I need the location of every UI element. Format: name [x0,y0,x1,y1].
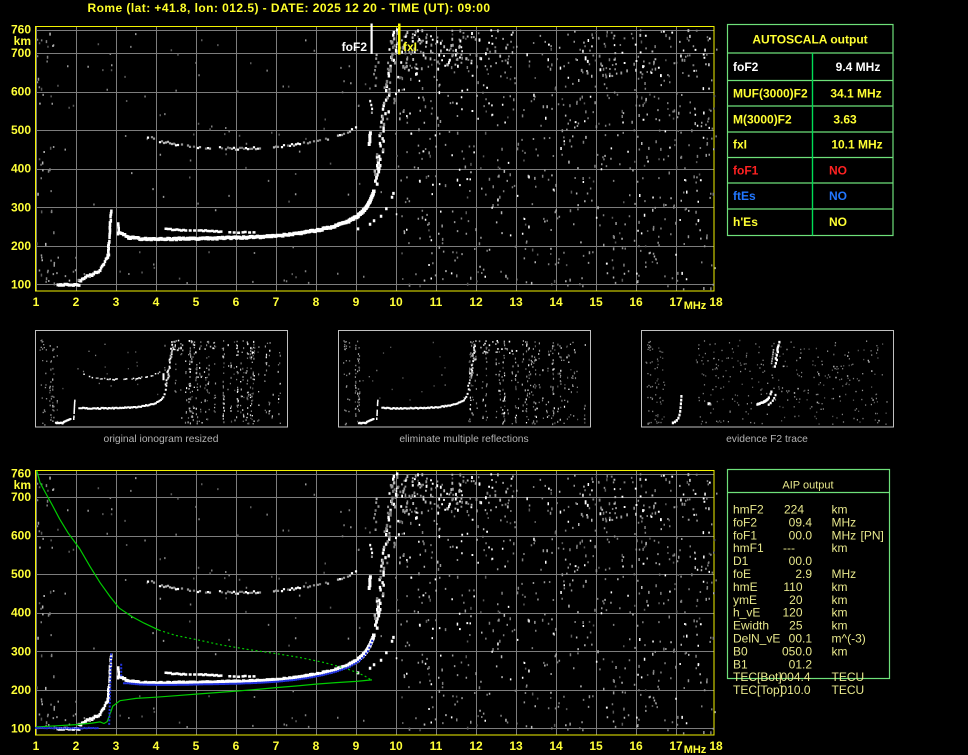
svg-text:Ewidth: Ewidth [733,619,769,633]
svg-text:MHz: MHz [832,528,857,542]
svg-text:AUTOSCALA output: AUTOSCALA output [752,33,867,47]
svg-text:MHz: MHz [832,515,857,529]
svg-text:[PN]: [PN] [861,528,884,542]
svg-text:010.0: 010.0 [780,683,810,697]
svg-text:00.1: 00.1 [789,632,813,646]
svg-text:2.9: 2.9 [795,567,812,581]
svg-text:foF2: foF2 [733,60,759,74]
svg-text:D1: D1 [733,554,749,568]
svg-text:050.0: 050.0 [782,644,812,658]
svg-text:9.4 MHz: 9.4 MHz [836,60,881,74]
svg-text:TEC[Bot]: TEC[Bot] [733,670,782,684]
svg-text:120: 120 [782,606,802,620]
svg-text:3.63: 3.63 [833,113,857,127]
svg-text:km: km [832,503,848,517]
svg-text:224: 224 [784,503,804,517]
svg-text:TECU: TECU [832,670,865,684]
svg-text:km: km [832,644,848,658]
svg-text:foF2: foF2 [733,515,757,529]
svg-text:NO: NO [829,164,847,178]
svg-text:NO: NO [829,215,847,229]
svg-text:00.0: 00.0 [789,528,813,542]
svg-text:km: km [832,580,848,594]
svg-text:ftEs: ftEs [733,189,756,203]
svg-text:B1: B1 [733,657,748,671]
svg-text:B0: B0 [733,644,748,658]
svg-text:MUF(3000)F2: MUF(3000)F2 [733,87,808,101]
svg-text:ymE: ymE [733,593,757,607]
svg-text:h_vE: h_vE [733,606,760,620]
svg-text:km: km [832,606,848,620]
svg-text:20: 20 [789,593,803,607]
svg-text:25: 25 [789,619,803,633]
svg-text:foF1: foF1 [733,164,759,178]
svg-text:hmE: hmE [733,580,758,594]
svg-text:foF1: foF1 [733,528,757,542]
svg-text:110: 110 [783,580,802,594]
svg-text:foF2: foF2 [342,40,368,54]
svg-text:MHz: MHz [832,567,857,581]
svg-text:M(3000)F2: M(3000)F2 [733,113,792,127]
svg-text:00.0: 00.0 [789,554,813,568]
svg-text:hmF2: hmF2 [733,503,764,517]
svg-text:km: km [832,593,848,607]
svg-text:01.2: 01.2 [789,657,813,671]
svg-text:fxI: fxI [733,138,747,152]
svg-text:NO: NO [829,189,847,203]
svg-text:h'Es: h'Es [733,215,758,229]
svg-text:foE: foE [733,567,751,581]
svg-text:004.4: 004.4 [780,670,810,684]
svg-text:m^(-3): m^(-3) [832,632,866,646]
svg-text:eliminate multiple reflections: eliminate multiple reflections [399,434,528,445]
svg-text:km: km [832,619,848,633]
svg-text:DelN_vE: DelN_vE [733,632,780,646]
svg-text:10.1 MHz: 10.1 MHz [831,138,882,152]
svg-text:km: km [832,541,848,555]
svg-text:TECU: TECU [832,683,865,697]
svg-text:AIP output: AIP output [782,480,833,492]
svg-text:original ionogram resized: original ionogram resized [103,434,218,445]
svg-text:---: --- [783,541,795,555]
svg-text:TEC[Top]: TEC[Top] [733,683,783,697]
svg-text:fxI: fxI [403,40,417,54]
svg-text:Rome (lat: +41.8, lon: 012.5): Rome (lat: +41.8, lon: 012.5) - DATE: 20… [87,1,490,15]
svg-text:evidence F2 trace: evidence F2 trace [726,434,808,445]
svg-text:09.4: 09.4 [789,515,813,529]
svg-text:34.1 MHz: 34.1 MHz [830,87,881,101]
svg-text:hmF1: hmF1 [733,541,764,555]
